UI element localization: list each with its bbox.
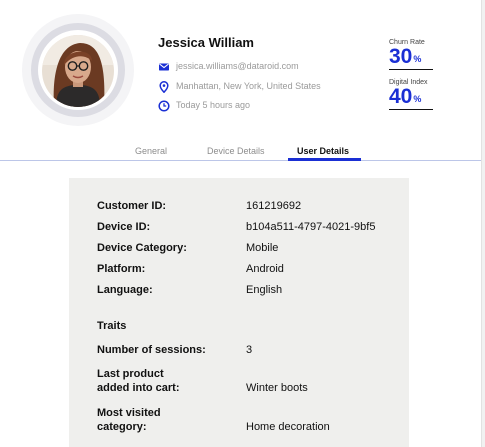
tab-user-details[interactable]: User Details [297, 146, 349, 156]
platform-value: Android [246, 263, 284, 275]
customer-id-label: Customer ID: [97, 200, 167, 212]
profile-email[interactable]: jessica.williams@dataroid.com [176, 61, 299, 71]
churn-rate-metric: Churn Rate 30% [389, 39, 433, 70]
last-seen-row: Today 5 hours ago [158, 98, 250, 112]
location-row: Manhattan, New York, United States [158, 79, 321, 94]
map-pin-icon [158, 80, 170, 94]
profile-name: Jessica William [158, 35, 254, 50]
language-value: English [246, 284, 283, 296]
metric-underline [389, 109, 433, 110]
digital-index-metric: Digital Index 40% [389, 79, 433, 110]
profile-last-seen: Today 5 hours ago [176, 100, 251, 110]
tab-device-details[interactable]: Device Details [207, 146, 265, 156]
last-product-label: Last product added into cart: [97, 368, 180, 394]
language-label: Language: [97, 284, 153, 296]
device-category-value: Mobile [246, 242, 279, 254]
platform-label: Platform: [97, 263, 146, 275]
metric-value: 40% [389, 85, 422, 108]
sessions-label: Number of sessions: [97, 344, 206, 356]
most-visited-label: Most visited category: [97, 407, 161, 433]
most-visited-value: Home decoration [246, 421, 330, 433]
envelope-icon [158, 60, 170, 72]
metric-underline [389, 69, 433, 70]
metric-value: 30% [389, 45, 422, 68]
email-row: jessica.williams@dataroid.com [158, 59, 299, 73]
customer-id-value: 161219692 [246, 200, 302, 212]
tabs-divider [0, 160, 481, 161]
profile-location: Manhattan, New York, United States [176, 81, 321, 91]
device-id-value: b104a511-4797-4021-9bf5 [246, 221, 376, 233]
sessions-value: 3 [246, 344, 253, 356]
avatar [42, 35, 114, 107]
clock-icon [158, 99, 170, 112]
tab-general[interactable]: General [135, 146, 167, 156]
last-product-value: Winter boots [246, 382, 308, 394]
traits-heading: Traits [97, 320, 127, 332]
device-id-label: Device ID: [97, 221, 151, 233]
active-tab-indicator [288, 158, 361, 161]
scrollbar-edge [481, 0, 485, 447]
device-category-label: Device Category: [97, 242, 187, 254]
